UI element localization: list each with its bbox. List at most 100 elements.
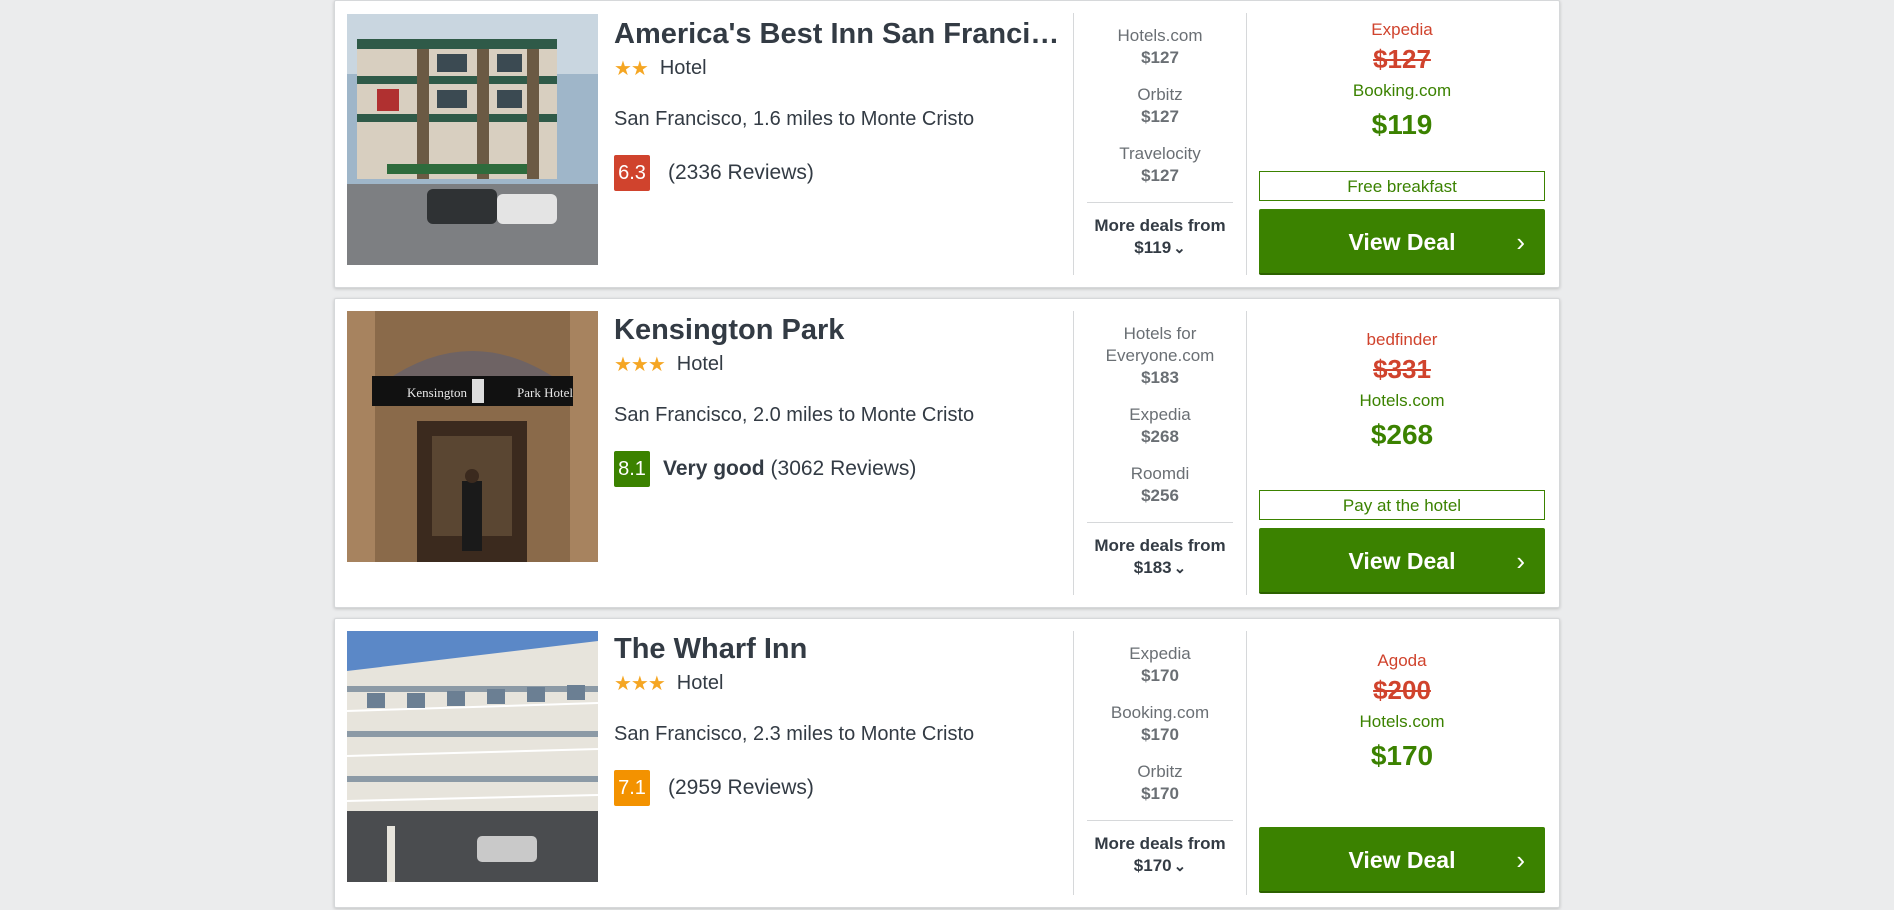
hotel-location: San Francisco, 2.0 miles to Monte Cristo	[614, 404, 975, 426]
best-provider: Hotels.com	[1359, 712, 1445, 731]
divider	[1087, 820, 1233, 821]
review-count: (3062 Reviews)	[770, 457, 917, 480]
hotel-info: The Wharf Inn ★★★ Hotel San Francisco, 2…	[614, 632, 1019, 806]
view-deal-label: View Deal	[1348, 847, 1456, 873]
deal-provider: Expedia	[1129, 405, 1191, 424]
review-count: (2959 Reviews)	[668, 776, 814, 799]
deal-provider: Booking.com	[1110, 703, 1210, 722]
deal-item[interactable]: Roomdi $256	[1074, 463, 1246, 507]
other-deals: Expedia $170 Booking.com $170 Orbitz $17…	[1074, 643, 1246, 878]
chevron-down-icon: ⌄	[1173, 858, 1187, 875]
review-count: (2336 Reviews)	[668, 161, 814, 184]
hotel-card[interactable]: Kensington Park Hotel Kensington Park ★★…	[334, 298, 1560, 608]
rating-row[interactable]: 6.3 (2336 Reviews)	[614, 155, 1019, 191]
hotel-name[interactable]: Kensington Park	[614, 313, 1064, 347]
hotel-name[interactable]: America's Best Inn San Francisco	[614, 17, 1064, 51]
svg-text:Kensington: Kensington	[407, 385, 467, 400]
view-deal-button[interactable]: View Deal ›	[1259, 827, 1545, 893]
more-deals-label: More deals from	[1094, 834, 1226, 853]
deal-provider: Orbitz	[1137, 762, 1183, 781]
chevron-right-icon: ›	[1516, 546, 1525, 576]
deal-provider: Hotels.com	[1117, 26, 1203, 45]
hotel-info: Kensington Park ★★★ Hotel San Francisco,…	[614, 313, 1019, 487]
hotel-photo[interactable]	[347, 14, 598, 265]
perk-badge: Free breakfast	[1259, 171, 1545, 201]
hotel-type: Hotel	[676, 352, 724, 375]
view-deal-button[interactable]: View Deal ›	[1259, 209, 1545, 275]
more-deals-price: $119	[1134, 238, 1172, 257]
perk-badge: Pay at the hotel	[1259, 490, 1545, 520]
hotel-type: Hotel	[659, 56, 707, 79]
more-deals-toggle[interactable]: More deals from $170 ⌄	[1074, 833, 1246, 878]
hotel-info: America's Best Inn San Francisco ★★ Hote…	[614, 17, 1064, 191]
divider	[1087, 202, 1233, 203]
hotel-card[interactable]: The Wharf Inn ★★★ Hotel San Francisco, 2…	[334, 618, 1560, 908]
deal-item[interactable]: Booking.com $170	[1074, 702, 1246, 746]
more-deals-toggle[interactable]: More deals from $183 ⌄	[1074, 535, 1246, 580]
view-deal-button[interactable]: View Deal ›	[1259, 528, 1545, 594]
hotel-photo[interactable]: Kensington Park Hotel	[347, 311, 598, 562]
deal-item[interactable]: Hotels for Everyone.com $183	[1074, 323, 1246, 389]
best-price: $170	[1370, 740, 1434, 771]
strikethrough-provider: Agoda	[1377, 651, 1427, 670]
hotel-location: San Francisco, 2.3 miles to Monte Cristo	[614, 723, 975, 745]
deal-price: $127	[1141, 166, 1179, 185]
deal-item[interactable]: Travelocity $127	[1074, 143, 1246, 187]
strikethrough-price: $127	[1373, 44, 1431, 74]
chevron-down-icon: ⌄	[1173, 560, 1187, 577]
deal-price: $183	[1141, 368, 1179, 387]
deal-item[interactable]: Orbitz $127	[1074, 84, 1246, 128]
strikethrough-provider: bedfinder	[1366, 330, 1438, 349]
view-deal-label: View Deal	[1348, 229, 1456, 255]
chevron-right-icon: ›	[1516, 227, 1525, 257]
rating-row[interactable]: 8.1 Very good (3062 Reviews)	[614, 451, 1019, 487]
deal-price: $127	[1141, 48, 1179, 67]
score-badge: 6.3	[614, 155, 650, 191]
deal-item[interactable]: Orbitz $170	[1074, 761, 1246, 805]
deal-item[interactable]: Expedia $268	[1074, 404, 1246, 448]
rating-label: Very good	[663, 457, 765, 480]
more-deals-price: $170	[1133, 856, 1172, 875]
deal-item[interactable]: Expedia $170	[1074, 643, 1246, 687]
hotel-card[interactable]: America's Best Inn San Francisco ★★ Hote…	[334, 0, 1560, 288]
deal-price: $170	[1141, 784, 1179, 803]
best-price: $268	[1370, 419, 1434, 450]
deal-item[interactable]: Hotels.com $127	[1074, 25, 1246, 69]
other-deals: Hotels for Everyone.com $183 Expedia $26…	[1074, 323, 1246, 580]
more-deals-price: $183	[1133, 558, 1172, 577]
best-provider: Booking.com	[1352, 81, 1452, 100]
deal-price: $268	[1141, 427, 1179, 446]
score-badge: 8.1	[614, 451, 650, 487]
more-deals-label: More deals from	[1094, 216, 1226, 235]
hotel-name[interactable]: The Wharf Inn	[614, 632, 1064, 666]
rating-row[interactable]: 7.1 (2959 Reviews)	[614, 770, 1019, 806]
more-deals-toggle[interactable]: More deals from $119 ⌄	[1074, 215, 1246, 260]
star-rating-icon: ★★★	[614, 672, 666, 695]
more-deals-label: More deals from	[1094, 536, 1226, 555]
divider	[1246, 13, 1247, 275]
hotel-type: Hotel	[676, 671, 724, 694]
hotel-photo[interactable]	[347, 631, 598, 882]
deal-provider: Roomdi	[1130, 464, 1190, 483]
other-deals: Hotels.com $127 Orbitz $127 Travelocity …	[1074, 25, 1246, 260]
deal-price: $170	[1141, 725, 1179, 744]
strikethrough-price: $200	[1373, 675, 1431, 705]
chevron-down-icon: ⌄	[1173, 240, 1186, 257]
hotel-location: San Francisco, 1.6 miles to Monte Cristo	[614, 108, 975, 130]
divider	[1246, 311, 1247, 595]
deal-provider: Hotels for Everyone.com	[1105, 324, 1215, 365]
star-rating-icon: ★★★	[614, 353, 666, 376]
best-provider: Hotels.com	[1359, 391, 1445, 410]
deal-provider: Orbitz	[1137, 85, 1183, 104]
deal-provider: Expedia	[1129, 644, 1191, 663]
star-rating-icon: ★★	[614, 57, 649, 80]
deal-price: $170	[1141, 666, 1179, 685]
chevron-right-icon: ›	[1516, 845, 1525, 875]
strikethrough-price: $331	[1373, 354, 1431, 384]
strikethrough-provider: Expedia	[1371, 20, 1433, 39]
svg-text:Park Hotel: Park Hotel	[517, 385, 573, 400]
divider	[1246, 631, 1247, 895]
deal-price: $127	[1141, 107, 1179, 126]
score-badge: 7.1	[614, 770, 650, 806]
view-deal-label: View Deal	[1348, 548, 1456, 574]
